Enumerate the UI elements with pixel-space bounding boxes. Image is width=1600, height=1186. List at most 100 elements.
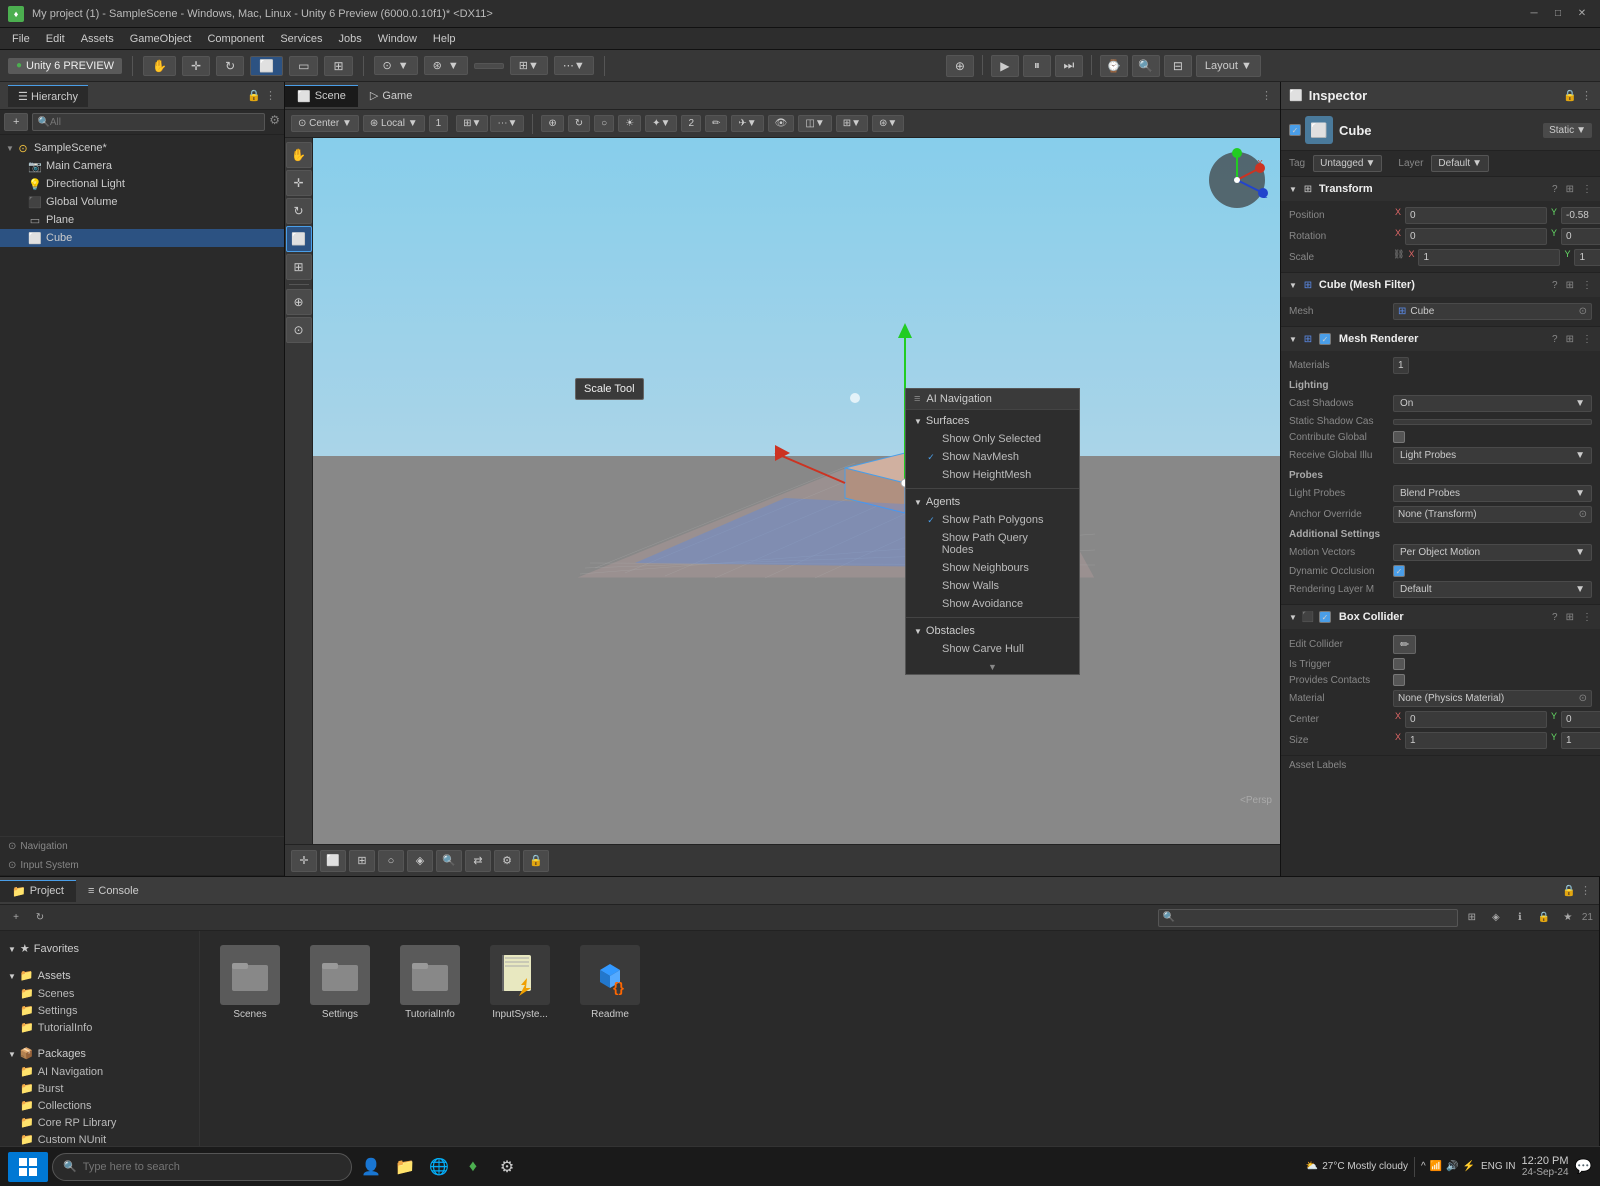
hierarchy-search-input[interactable] [50, 117, 260, 128]
box-collider-edit-icon[interactable]: ⊞ [1566, 612, 1574, 623]
inspector-lock-icon[interactable]: 🔒 [1563, 89, 1577, 102]
object-active-checkbox[interactable]: ✓ [1289, 124, 1301, 136]
space-mode[interactable]: ⊛ ▼ [424, 56, 468, 75]
snap-increment-btn[interactable]: ⋯▼ [554, 56, 594, 75]
pivot-mode[interactable]: ⊙ ▼ [374, 56, 418, 75]
layout-btn[interactable]: ⊟ [1164, 55, 1192, 77]
assets-tree-header[interactable]: 📁 Assets [0, 966, 199, 985]
scene-layers-btn[interactable]: ◫▼ [798, 115, 831, 132]
ai-nav-show-carve-hull[interactable]: Show Carve Hull [906, 640, 1079, 658]
mesh-renderer-header[interactable]: ⊞ ✓ Mesh Renderer ? ⊞ ⋮ [1281, 327, 1600, 351]
ai-nav-show-heightmesh[interactable]: Show HeightMesh [906, 466, 1079, 484]
ai-nav-show-neighbours[interactable]: Show Neighbours [906, 559, 1079, 577]
asset-tutorialinfo[interactable]: TutorialInfo [390, 941, 470, 1024]
scene-globe-btn[interactable]: ⊕ [541, 115, 563, 132]
asset-settings[interactable]: Settings [300, 941, 380, 1024]
rendering-layer-dropdown[interactable]: Default ▼ [1393, 581, 1592, 598]
scene-overlay-btn[interactable]: ⊛▼ [872, 115, 904, 132]
assets-search-input[interactable] [1175, 912, 1453, 923]
menu-jobs[interactable]: Jobs [331, 31, 370, 47]
project-refresh-btn[interactable]: ↻ [30, 909, 50, 927]
maximize-button[interactable]: □ [1548, 6, 1568, 22]
scale-x-input[interactable] [1418, 249, 1560, 266]
anchor-target-icon[interactable]: ⊙ [1579, 509, 1587, 520]
taskbar-chrome-icon[interactable]: 🌐 [424, 1152, 454, 1182]
hierarchy-item-plane[interactable]: ▭ Plane [0, 211, 284, 229]
mesh-filter-help-icon[interactable]: ? [1552, 280, 1558, 291]
tray-icon-1[interactable]: ^ [1421, 1161, 1426, 1172]
scene-move2-btn[interactable]: ⇄ [465, 850, 491, 872]
taskbar-unity-taskbar-icon[interactable]: ♦ [458, 1152, 488, 1182]
taskbar-search-bar[interactable]: 🔍 [52, 1153, 352, 1181]
center-x-input[interactable] [1405, 711, 1547, 728]
transform-menu-icon[interactable]: ⋮ [1582, 184, 1592, 195]
ai-nav-show-only-selected[interactable]: Show Only Selected [906, 430, 1079, 448]
rot-x-input[interactable] [1405, 228, 1547, 245]
asset-inputsystem[interactable]: InputSyste... [480, 941, 560, 1024]
menu-component[interactable]: Component [199, 31, 272, 47]
step-button[interactable]: ⏭ [1055, 55, 1083, 77]
mesh-filter-header[interactable]: ⊞ Cube (Mesh Filter) ? ⊞ ⋮ [1281, 273, 1600, 297]
tree-custom-nunit[interactable]: 📁 Custom NUnit [0, 1131, 199, 1146]
scene-settings-btn[interactable]: ⚙ [494, 850, 520, 872]
project-star-btn[interactable]: ★ [1558, 909, 1578, 927]
hierarchy-scene-root[interactable]: ⊙ SampleScene* [0, 139, 284, 157]
transform-combo-btn[interactable]: ⊞ [286, 254, 312, 280]
is-trigger-checkbox[interactable] [1393, 658, 1405, 670]
scene-gizmo[interactable]: X Y Z [1205, 148, 1270, 213]
scene-paint-btn[interactable]: ✏ [705, 115, 727, 132]
snap-value-field[interactable] [474, 63, 504, 69]
tree-tutorialinfo[interactable]: 📁 TutorialInfo [0, 1019, 199, 1036]
bottom-menu-icon[interactable]: ⋮ [1580, 884, 1591, 897]
hierarchy-item-cube[interactable]: ⬜ Cube [0, 229, 284, 247]
mesh-filter-menu-icon[interactable]: ⋮ [1582, 280, 1592, 291]
search-btn[interactable]: 🔍 [1132, 55, 1160, 77]
transform-tool[interactable]: ⊞ [324, 56, 352, 76]
asset-scenes[interactable]: Scenes [210, 941, 290, 1024]
scene-menu-icon[interactable]: ⋮ [1261, 89, 1272, 102]
menu-gameobject[interactable]: GameObject [122, 31, 200, 47]
scene-move-btn[interactable]: ✛ [291, 850, 317, 872]
ai-nav-show-navmesh[interactable]: ✓ Show NavMesh [906, 448, 1079, 466]
game-tab[interactable]: ▷ Game [358, 85, 424, 106]
ai-nav-show-walls[interactable]: Show Walls [906, 577, 1079, 595]
snap-btn[interactable]: ⋯▼ [490, 115, 524, 132]
box-collider-help-icon[interactable]: ? [1552, 612, 1558, 623]
project-info-btn[interactable]: ℹ [1510, 909, 1530, 927]
inspector-menu-icon[interactable]: ⋮ [1581, 89, 1592, 102]
light-probes-dropdown[interactable]: Blend Probes ▼ [1393, 485, 1592, 502]
tree-scenes[interactable]: 📁 Scenes [0, 985, 199, 1002]
scene-fx-btn[interactable]: ✦▼ [645, 115, 677, 132]
project-search-filter-btn[interactable]: ◈ [1486, 909, 1506, 927]
console-tab[interactable]: ≡ Console [76, 881, 151, 901]
pause-button[interactable]: ⏸ [1023, 55, 1051, 77]
size-y-input[interactable] [1561, 732, 1600, 749]
undo-history-btn[interactable]: ⌚ [1100, 55, 1128, 77]
tree-settings[interactable]: 📁 Settings [0, 1002, 199, 1019]
scale-y-input[interactable] [1574, 249, 1600, 266]
tag-dropdown[interactable]: Untagged ▼ [1313, 155, 1382, 172]
mesh-renderer-edit-icon[interactable]: ⊞ [1566, 334, 1574, 345]
scene-tab[interactable]: ⬜ Scene [285, 85, 358, 107]
mesh-target-icon[interactable]: ⊙ [1579, 306, 1587, 317]
ai-nav-show-path-polygons[interactable]: ✓ Show Path Polygons [906, 511, 1079, 529]
close-button[interactable]: ✕ [1572, 6, 1592, 22]
hand-tool-btn[interactable]: ✋ [286, 142, 312, 168]
rotate-tool[interactable]: ↻ [216, 56, 244, 76]
pos-y-input[interactable] [1561, 207, 1600, 224]
mesh-renderer-menu-icon[interactable]: ⋮ [1582, 334, 1592, 345]
hierarchy-item-directional-light[interactable]: 💡 Directional Light [0, 175, 284, 193]
ai-nav-scroll-down[interactable]: ▼ [906, 660, 1079, 674]
space-btn[interactable]: ⊛ Local ▼ [363, 115, 425, 132]
notification-icon[interactable]: 💬 [1575, 1158, 1592, 1175]
box-collider-menu-icon[interactable]: ⋮ [1582, 612, 1592, 623]
hierarchy-add-btn[interactable]: + [4, 113, 28, 131]
hierarchy-lock-icon[interactable]: 🔒 [247, 89, 261, 102]
tray-icon-2[interactable]: 📶 [1430, 1161, 1442, 1172]
scene-num-btn[interactable]: 2 [681, 115, 701, 132]
grid-btn[interactable]: ⊞▼ [456, 115, 488, 132]
taskbar-explorer-icon[interactable]: 📁 [390, 1152, 420, 1182]
ai-nav-show-avoidance[interactable]: Show Avoidance [906, 595, 1079, 613]
menu-services[interactable]: Services [272, 31, 330, 47]
tray-icon-4[interactable]: ⚡ [1463, 1161, 1475, 1172]
